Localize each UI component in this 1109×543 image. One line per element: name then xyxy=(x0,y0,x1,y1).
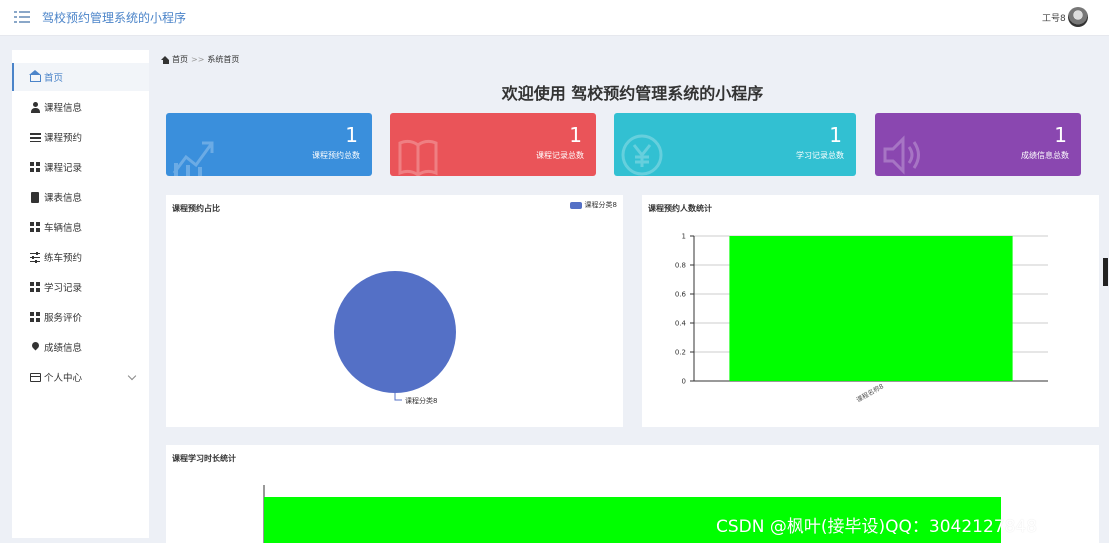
home-icon xyxy=(161,55,170,64)
sidebar-item-label: 个人中心 xyxy=(44,373,83,384)
sidebar-item-personal-center[interactable]: 个人中心 xyxy=(12,363,149,391)
stat-label: 课程记录总数 xyxy=(536,151,584,160)
pie-chart-panel: 课程预约占比 课程分类8 课程分类8 xyxy=(166,195,623,427)
sidebar-item-practice-booking[interactable]: 练车预约 xyxy=(12,243,149,271)
sidebar-item-label: 成绩信息 xyxy=(44,343,83,354)
bar-chart: 0 0.2 0.4 0.6 0.8 1 课程名称8 xyxy=(675,233,1048,404)
sidebar-item-label: 服务评价 xyxy=(44,313,83,324)
y-tick-label: 0.6 xyxy=(675,291,687,299)
user-name[interactable]: 工号8 xyxy=(1042,11,1066,24)
y-tick-label: 0 xyxy=(682,378,686,386)
chevron-down-icon[interactable] xyxy=(127,371,137,381)
avatar[interactable] xyxy=(1068,7,1088,27)
breadcrumb-current: 系统首页 xyxy=(207,55,240,64)
breadcrumb-separator: >> xyxy=(191,55,205,64)
pie-slice[interactable] xyxy=(334,271,456,393)
stat-value: 1 xyxy=(345,123,358,147)
user-icon xyxy=(30,101,41,113)
sidebar-item-grades[interactable]: 成绩信息 xyxy=(12,333,149,361)
grid-icon xyxy=(30,311,41,323)
sidebar-item-home[interactable]: 首页 xyxy=(12,63,149,91)
watermark: CSDN @枫叶(接毕设)QQ：3042127848 xyxy=(716,517,1038,537)
sidebar-item-study-record[interactable]: 学习记录 xyxy=(12,273,149,301)
y-tick-label: 0.4 xyxy=(675,320,687,328)
stat-card-course-record: 1 课程记录总数 xyxy=(390,113,596,176)
stat-card-course-booking: 1 课程预约总数 xyxy=(166,113,372,176)
sidebar-item-vehicle-info[interactable]: 车辆信息 xyxy=(12,213,149,241)
bar-chart-panel: 课程预约人数统计 0 0.2 0.4 0.6 0.8 1 课程名称8 xyxy=(642,195,1099,427)
grid-icon xyxy=(30,281,41,293)
sidebar-item-course-info[interactable]: 课程信息 xyxy=(12,93,149,121)
app-title: 驾校预约管理系统的小程序 xyxy=(42,11,187,25)
stat-label: 课程预约总数 xyxy=(312,151,360,160)
breadcrumb: 首页 >> 系统首页 xyxy=(161,54,239,65)
sliders-icon xyxy=(30,251,41,263)
y-tick-label: 0.8 xyxy=(675,262,686,270)
sidebar: 首页 课程信息 课程预约 课程记录 课表信息 车辆信息 练车预约 学习记录 服务… xyxy=(12,50,149,538)
y-tick-label: 1 xyxy=(682,233,686,241)
scrollbar-thumb[interactable] xyxy=(1103,258,1108,286)
stat-value: 1 xyxy=(829,123,842,147)
top-header: 驾校预约管理系统的小程序 工号8 xyxy=(0,0,1109,36)
stat-card-study-record: 1 学习记录总数 xyxy=(614,113,856,176)
sidebar-item-course-record[interactable]: 课程记录 xyxy=(12,153,149,181)
stat-card-grades: 1 成绩信息总数 xyxy=(875,113,1081,176)
stat-label: 学习记录总数 xyxy=(796,151,844,160)
stat-label: 成绩信息总数 xyxy=(1021,151,1069,160)
sidebar-item-label: 学习记录 xyxy=(44,283,83,294)
stat-value: 1 xyxy=(569,123,582,147)
list-icon xyxy=(30,132,41,142)
id-card-icon xyxy=(30,372,41,382)
sidebar-item-schedule[interactable]: 课表信息 xyxy=(12,183,149,211)
sidebar-item-label: 课表信息 xyxy=(44,193,83,204)
y-tick-label: 0.2 xyxy=(675,349,686,357)
book-icon xyxy=(398,139,438,176)
chart-trend-icon xyxy=(172,141,214,176)
sidebar-item-label: 首页 xyxy=(44,73,64,84)
grid-icon xyxy=(30,221,41,233)
sidebar-item-label: 车辆信息 xyxy=(44,223,83,234)
speaker-icon xyxy=(883,135,920,175)
stat-value: 1 xyxy=(1054,123,1067,147)
clipboard-icon xyxy=(31,191,39,203)
breadcrumb-home[interactable]: 首页 xyxy=(172,54,188,65)
pie-label-line xyxy=(394,393,402,401)
bar[interactable] xyxy=(729,236,1013,381)
yen-coin-icon xyxy=(621,134,663,176)
x-tick-label: 课程名称8 xyxy=(854,381,885,404)
page-title: 欢迎使用 驾校预约管理系统的小程序 xyxy=(501,84,764,103)
menu-icon[interactable] xyxy=(14,10,30,24)
pie-slice-label: 课程分类8 xyxy=(405,396,437,405)
home-icon xyxy=(29,70,41,82)
sidebar-item-label: 课程信息 xyxy=(44,103,83,114)
sidebar-item-label: 课程预约 xyxy=(44,133,83,144)
grid-icon xyxy=(30,161,41,173)
pie-chart: 课程分类8 xyxy=(334,271,456,405)
sidebar-item-label: 练车预约 xyxy=(44,253,83,264)
pin-icon xyxy=(30,342,41,353)
sidebar-item-label: 课程记录 xyxy=(44,163,83,174)
sidebar-item-service-review[interactable]: 服务评价 xyxy=(12,303,149,331)
sidebar-item-course-booking[interactable]: 课程预约 xyxy=(12,123,149,151)
